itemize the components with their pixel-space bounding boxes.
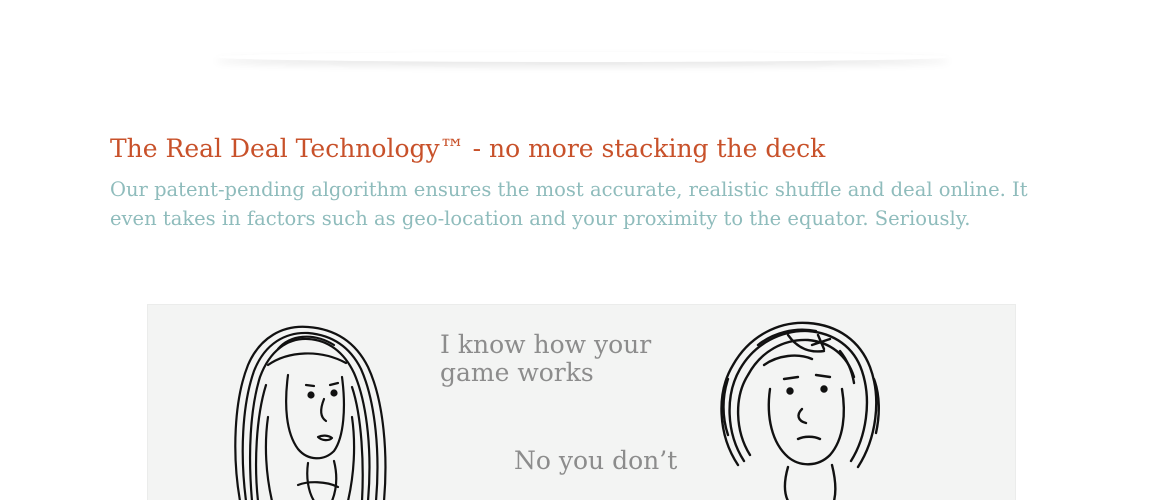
feature-heading: The Real Deal Technology™ - no more stac…	[110, 134, 826, 163]
right-character	[720, 321, 880, 500]
header-shadow-divider	[215, 52, 950, 62]
speech-text-2: No you don’t	[514, 446, 678, 475]
feature-description: Our patent-pending algorithm ensures the…	[110, 178, 1028, 230]
speech-text-1: I know how your game works	[440, 330, 652, 387]
comic-illustration: I know how your game works No you don’t	[147, 304, 1016, 500]
page: The Real Deal Technology™ - no more stac…	[0, 0, 1160, 500]
left-character	[234, 325, 387, 500]
